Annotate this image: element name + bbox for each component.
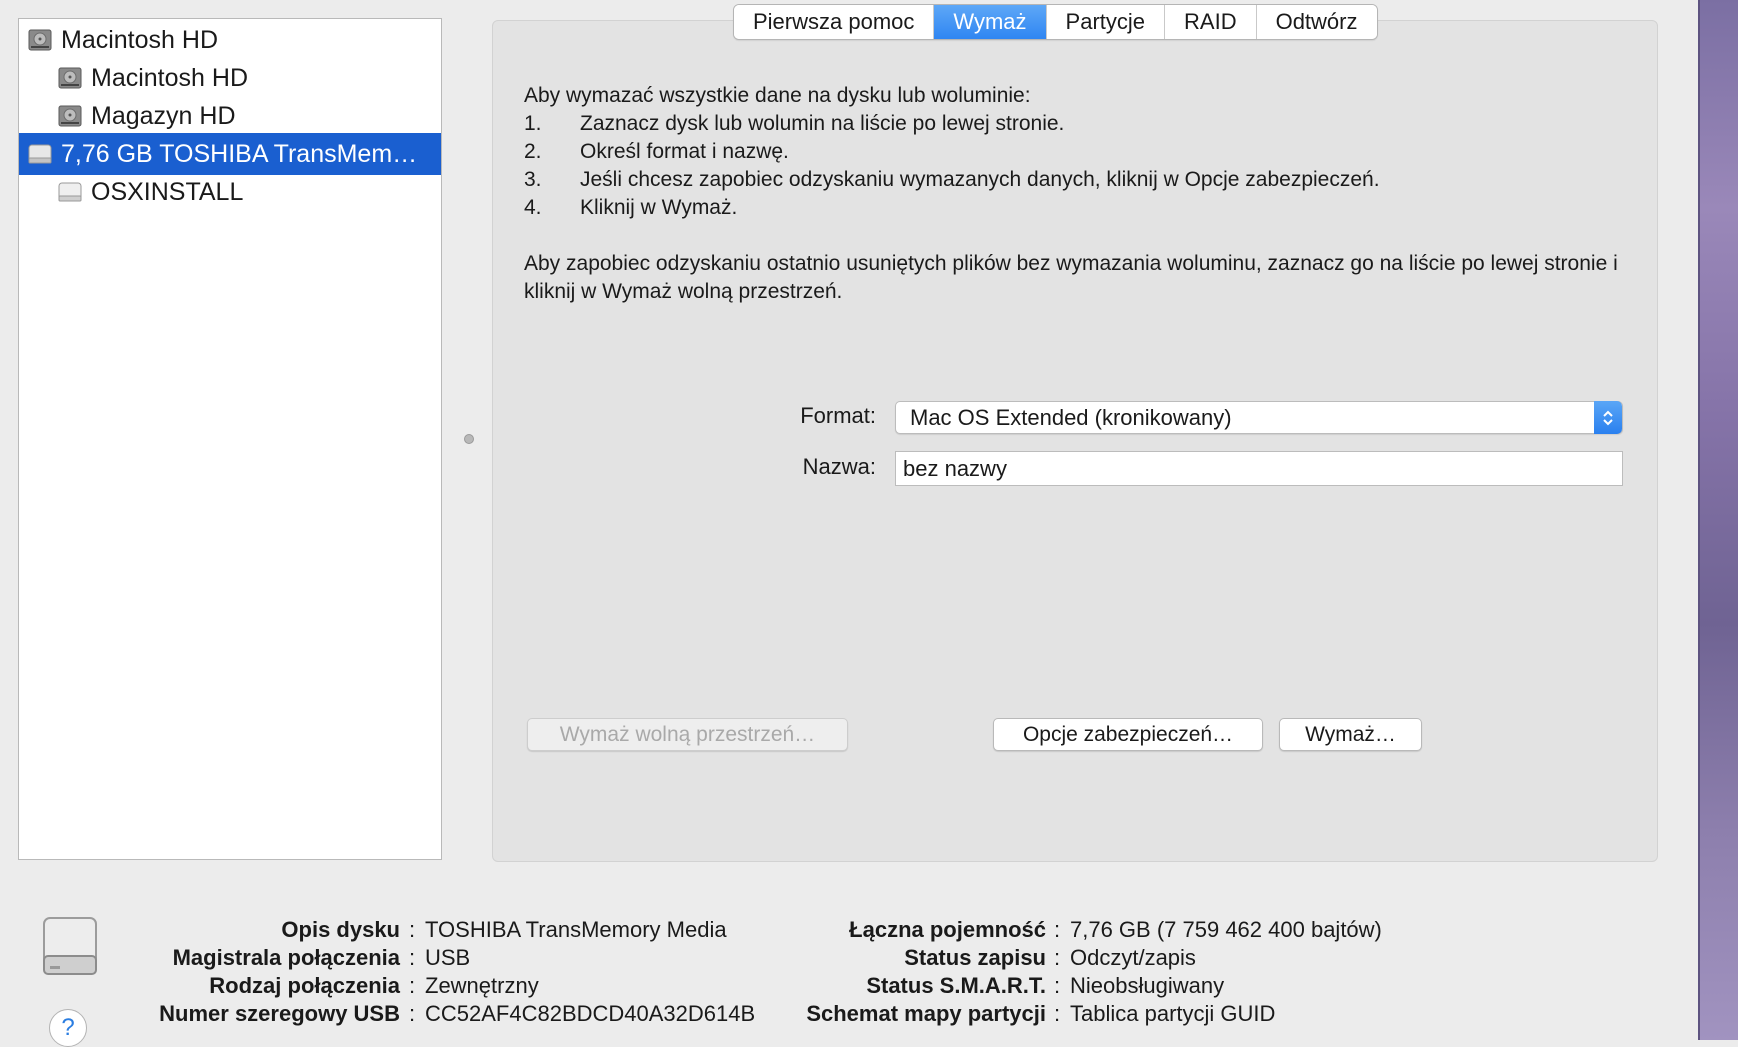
info-row: Status S.M.A.R.T. : Nieobsługiwany (0, 972, 1738, 1000)
desktop-wallpaper (1698, 0, 1738, 1040)
instruction-step: 3. Jeśli chcesz zapobiec odzyskaniu wyma… (524, 166, 1634, 194)
info-value: Odczyt/zapis (1070, 945, 1196, 970)
info-value: Tablica partycji GUID (1070, 1001, 1276, 1026)
sidebar-item-macintosh-hd-disk[interactable]: Macintosh HD (19, 19, 441, 61)
volume-icon (58, 67, 82, 89)
sidebar-item-label: Macintosh HD (91, 63, 248, 92)
instructions-intro: Aby wymazać wszystkie dane na dysku lub … (524, 84, 1031, 107)
volume-icon (58, 105, 82, 127)
sidebar-item-label: 7,76 GB TOSHIBA TransMem… (61, 139, 418, 168)
step-text: Zaznacz dysk lub wolumin na liście po le… (580, 112, 1065, 135)
instruction-step: 1. Zaznacz dysk lub wolumin na liście po… (524, 110, 1634, 138)
select-arrows-icon (1594, 401, 1622, 434)
tab-restore[interactable]: Odtwórz (1256, 5, 1377, 39)
info-separator: : (1054, 945, 1061, 970)
info-key: Status zapisu (904, 945, 1046, 970)
step-text: Jeśli chcesz zapobiec odzyskaniu wymazan… (580, 168, 1380, 191)
step-text: Kliknij w Wymaż. (580, 196, 738, 219)
instruction-step: 2. Określ format i nazwę. (524, 138, 1634, 166)
disk-list-sidebar[interactable]: Macintosh HD Macintosh HD Magazyn HD 7,7… (18, 18, 442, 860)
info-row: Łączna pojemność : 7,76 GB (7 759 462 40… (0, 916, 1738, 944)
erase-button[interactable]: Wymaż… (1279, 718, 1422, 751)
step-text: Określ format i nazwę. (580, 140, 789, 163)
info-key: Łączna pojemność (849, 917, 1046, 942)
free-space-note: Aby zapobiec odzyskaniu ostatnio usunięt… (524, 252, 1618, 303)
sidebar-item-label: Macintosh HD (61, 25, 218, 54)
security-options-button[interactable]: Opcje zabezpieczeń… (993, 718, 1263, 751)
sidebar-item-macintosh-hd-volume[interactable]: Macintosh HD (19, 57, 441, 99)
step-number: 1. (524, 112, 542, 135)
tab-partition[interactable]: Partycje (1046, 5, 1166, 39)
sidebar-item-toshiba-disk[interactable]: 7,76 GB TOSHIBA TransMem… (19, 133, 441, 175)
info-value: 7,76 GB (7 759 462 400 bajtów) (1070, 917, 1382, 942)
external-volume-icon (58, 182, 82, 202)
sidebar-item-osxinstall[interactable]: OSXINSTALL (19, 171, 441, 213)
erase-instructions: Aby wymazać wszystkie dane na dysku lub … (524, 82, 1634, 327)
step-number: 4. (524, 196, 542, 219)
info-separator: : (1054, 917, 1061, 942)
volume-name-field[interactable] (895, 451, 1623, 486)
tab-raid[interactable]: RAID (1165, 5, 1257, 39)
splitter-handle[interactable] (464, 434, 474, 444)
sidebar-item-label: Magazyn HD (91, 101, 236, 130)
tab-bar: Pierwsza pomoc Wymaż Partycje RAID Odtwó… (733, 4, 1378, 40)
tab-first-aid[interactable]: Pierwsza pomoc (734, 5, 935, 39)
instruction-step: 4. Kliknij w Wymaż. (524, 194, 1634, 222)
format-label: Format: (800, 403, 876, 428)
external-disk-icon (28, 144, 52, 164)
step-number: 3. (524, 168, 542, 191)
info-separator: : (1054, 1001, 1061, 1026)
step-number: 2. (524, 140, 542, 163)
info-row: Status zapisu : Odczyt/zapis (0, 944, 1738, 972)
info-key: Status S.M.A.R.T. (866, 973, 1046, 998)
tab-erase[interactable]: Wymaż (934, 5, 1047, 39)
internal-disk-icon (28, 29, 52, 51)
erase-free-space-button[interactable]: Wymaż wolną przestrzeń… (527, 718, 848, 751)
sidebar-item-label: OSXINSTALL (91, 177, 244, 206)
instructions-steps: 1. Zaznacz dysk lub wolumin na liście po… (524, 110, 1634, 222)
info-key: Schemat mapy partycji (806, 1001, 1046, 1026)
name-label: Nazwa: (802, 454, 876, 479)
format-select[interactable]: Mac OS Extended (kronikowany) (895, 401, 1623, 434)
info-separator: : (1054, 973, 1061, 998)
info-value: Nieobsługiwany (1070, 973, 1225, 998)
format-select-value: Mac OS Extended (kronikowany) (910, 405, 1232, 430)
sidebar-item-magazyn-hd[interactable]: Magazyn HD (19, 95, 441, 137)
info-row: Schemat mapy partycji : Tablica partycji… (0, 1000, 1738, 1028)
